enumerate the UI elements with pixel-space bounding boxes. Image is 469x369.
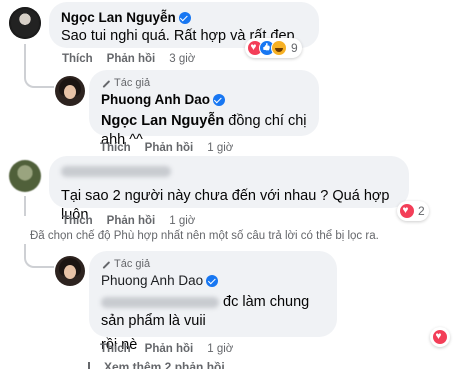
comment-actions: Thích Phản hồi 1 giờ: [100, 141, 233, 155]
love-icon: [399, 203, 415, 219]
verified-badge-icon: [212, 93, 225, 106]
comment-actions: Thích Phản hồi 3 giờ: [62, 52, 195, 66]
pen-icon: [101, 79, 111, 89]
comment-author[interactable]: Phuong Anh Dao: [101, 91, 225, 108]
more-replies-label[interactable]: Xem thêm 2 phản hồi: [104, 360, 225, 369]
comment-author[interactable]: Ngọc Lan Nguyễn: [61, 9, 191, 26]
pen-icon: [101, 260, 111, 270]
comment-bubble: Tác giả Phuong Anh Dao Ngọc Lan Nguyễn đ…: [89, 70, 319, 148]
comment-text: đc làm chung sản phẩm là vuii: [101, 293, 325, 331]
comment-bubble: Tại sao 2 người này chưa đến với nhau ? …: [49, 156, 409, 223]
like-button[interactable]: Thích: [62, 52, 93, 66]
blurred-mention: [101, 296, 219, 308]
author-tag: Tác giả: [101, 258, 325, 271]
author-name[interactable]: Ngọc Lan Nguyễn: [61, 9, 176, 26]
avatar[interactable]: [9, 7, 41, 39]
reaction-count: 9: [291, 41, 298, 55]
view-more-replies-link[interactable]: Xem thêm 2 phản hồi: [88, 360, 225, 369]
verified-badge-icon: [206, 274, 219, 287]
timestamp[interactable]: 1 giờ: [207, 342, 233, 356]
comment-author[interactable]: Phuong Anh Dao: [101, 272, 219, 289]
avatar[interactable]: [9, 160, 41, 192]
blurred-author-name: [61, 166, 171, 177]
reply-button[interactable]: Phản hồi: [145, 342, 194, 356]
mention-link[interactable]: Ngọc Lan Nguyễn: [101, 113, 224, 129]
thread-connector: [24, 60, 54, 88]
author-name[interactable]: Phuong Anh Dao: [101, 272, 203, 289]
like-button[interactable]: Thích: [100, 141, 131, 155]
reaction-summary[interactable]: 2: [397, 201, 429, 221]
author-tag-label: Tác giả: [114, 77, 151, 89]
reaction-summary[interactable]: 9: [245, 38, 302, 58]
timestamp[interactable]: 3 giờ: [169, 52, 195, 66]
comment-bubble: Tác giả Phuong Anh Dao đc làm chung sản …: [89, 251, 337, 353]
reaction-count: 2: [418, 204, 425, 218]
reply-button[interactable]: Phản hồi: [107, 214, 156, 228]
reply-button[interactable]: Phản hồi: [107, 52, 156, 66]
avatar[interactable]: [55, 256, 85, 286]
author-name[interactable]: Phuong Anh Dao: [101, 91, 210, 108]
reply-button[interactable]: Phản hồi: [145, 141, 194, 155]
avatar[interactable]: [55, 76, 85, 106]
reply-arrow-icon: [88, 362, 98, 369]
comment-actions: Thích Phản hồi 1 giờ: [100, 342, 233, 356]
timestamp[interactable]: 1 giờ: [169, 214, 195, 228]
like-button[interactable]: Thích: [100, 342, 131, 356]
thread-connector: [24, 244, 54, 268]
like-button[interactable]: Thích: [62, 214, 93, 228]
author-tag-label: Tác giả: [114, 258, 151, 270]
author-tag: Tác giả: [101, 77, 307, 90]
verified-badge-icon: [178, 11, 191, 24]
thread-line: [24, 196, 26, 216]
comment-author[interactable]: [61, 163, 171, 180]
comment-actions: Thích Phản hồi 1 giờ: [62, 214, 195, 228]
timestamp[interactable]: 1 giờ: [207, 141, 233, 155]
filter-note: Đã chọn chế độ Phù hợp nhất nên một số c…: [30, 230, 379, 242]
reaction-summary[interactable]: [430, 327, 450, 347]
love-icon: [432, 329, 448, 345]
haha-icon: [271, 40, 287, 56]
